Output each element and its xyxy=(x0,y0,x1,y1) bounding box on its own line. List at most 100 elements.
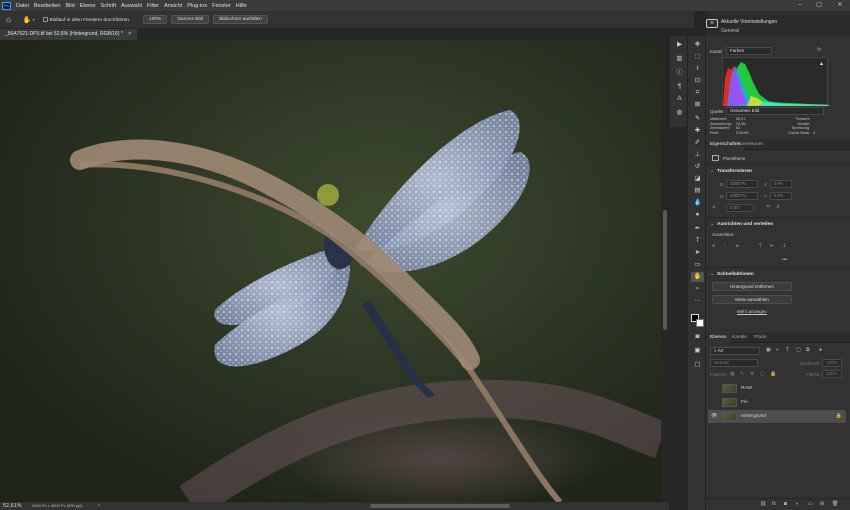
align-hcenter-icon[interactable]: ⫶ xyxy=(724,243,725,249)
brush-icon[interactable]: ✐ xyxy=(691,138,704,148)
eraser-icon[interactable]: ◪ xyxy=(691,174,704,184)
zoom-100-button[interactable]: 100% xyxy=(143,15,168,24)
tab-layers[interactable]: Ebenen xyxy=(706,333,731,343)
trash-icon[interactable]: 🗑 xyxy=(832,501,838,507)
preset-dropdown-icon[interactable]: ▾ xyxy=(33,17,35,22)
flip-horizontal-icon[interactable]: ⇋ xyxy=(766,204,770,210)
close-window-button[interactable]: ✕ xyxy=(833,0,847,11)
cache-warning-icon[interactable]: ▲ xyxy=(819,61,824,67)
channel-select[interactable]: Farben xyxy=(726,47,772,55)
menu-hilfe[interactable]: Hilfe xyxy=(236,3,247,9)
group-icon[interactable]: ▭ xyxy=(808,501,813,507)
layer-row-hintergrund[interactable]: 👁 Hintergrund 🔒 xyxy=(708,410,846,423)
select-subject-button[interactable]: Motiv auswählen xyxy=(712,295,792,304)
align-bottom-icon[interactable]: ⊥ xyxy=(782,243,786,249)
gradient-icon[interactable]: ▤ xyxy=(691,186,704,196)
fill-screen-button[interactable]: Bildschirm ausfüllen xyxy=(213,15,268,24)
horizontal-scrollbar-thumb[interactable] xyxy=(370,504,510,508)
move-icon[interactable]: ✥ xyxy=(691,40,704,50)
menu-bearbeiten[interactable]: Bearbeiten xyxy=(34,3,61,9)
fill-input[interactable]: 100% xyxy=(822,370,842,378)
maximize-button[interactable]: ▢ xyxy=(812,0,826,11)
background-color-swatch[interactable] xyxy=(696,319,704,327)
paragraph-panel-icon[interactable]: ¶ xyxy=(673,82,686,92)
filter-pixel-icon[interactable]: ▣ xyxy=(766,347,771,353)
x-input[interactable]: 0 Px xyxy=(770,180,792,188)
artboard-icon[interactable]: ▢ xyxy=(691,360,704,370)
align-chevron-icon[interactable]: ⌄ xyxy=(710,221,714,227)
quick-mask-icon[interactable]: ◙ xyxy=(691,332,704,342)
height-input[interactable]: 4000 Px xyxy=(726,192,758,200)
menu-fenster[interactable]: Fenster xyxy=(212,3,231,9)
align-more-icon[interactable]: ••• xyxy=(782,257,787,263)
lock-pixels-icon[interactable]: ✎ xyxy=(740,371,744,377)
marquee-icon[interactable]: ⬚ xyxy=(691,52,704,62)
filter-toggle-icon[interactable]: ● xyxy=(819,347,822,353)
photoshop-logo-icon[interactable]: Ps xyxy=(2,1,11,10)
lock-all-icon[interactable]: 🔒 xyxy=(770,371,776,377)
horizontal-scrollbar[interactable] xyxy=(110,502,660,510)
link-icon[interactable]: ⛓ xyxy=(760,501,766,507)
vertical-scrollbar-thumb[interactable] xyxy=(663,210,667,330)
flip-vertical-icon[interactable]: ⇵ xyxy=(776,204,780,210)
layer-filter-select[interactable]: ⌕ Art xyxy=(710,347,760,355)
lock-position-icon[interactable]: ✥ xyxy=(750,371,754,377)
filter-smart-icon[interactable]: ⧉ xyxy=(806,347,810,353)
lasso-icon[interactable]: ℓ xyxy=(691,64,704,74)
tab-paths[interactable]: Pfade xyxy=(750,333,771,343)
zoom-level[interactable]: 52,61% xyxy=(3,502,22,510)
rectangle-icon[interactable]: ▭ xyxy=(691,260,704,270)
character-panel-icon[interactable]: A xyxy=(673,94,686,104)
menu-plugins[interactable]: Plug-ins xyxy=(187,3,207,9)
menu-schrift[interactable]: Schrift xyxy=(101,3,117,9)
status-menu-arrow-icon[interactable]: › xyxy=(98,502,100,510)
info-panel-icon[interactable]: ⓘ xyxy=(673,68,686,78)
stamp-icon[interactable]: ⊥ xyxy=(691,150,704,160)
eye-icon[interactable]: 👁 xyxy=(711,410,717,423)
pen-icon[interactable]: ✒ xyxy=(691,224,704,234)
history-brush-icon[interactable]: ↺ xyxy=(691,162,704,172)
show-more-link[interactable]: Mehr anzeigen xyxy=(737,309,767,314)
blend-mode-select[interactable]: Normal xyxy=(710,359,758,367)
hand-icon[interactable]: ✋ xyxy=(691,272,704,282)
hand-tool-preset-icon[interactable]: ✋ xyxy=(23,16,32,24)
transform-chevron-icon[interactable]: ⌄ xyxy=(710,168,714,174)
screen-mode-icon[interactable]: ▣ xyxy=(691,346,704,356)
y-input[interactable]: 0 Px xyxy=(770,192,792,200)
layer-row-fin[interactable]: Fin xyxy=(708,396,846,409)
menu-auswahl[interactable]: Auswahl xyxy=(121,3,142,9)
new-layer-icon[interactable]: ⊞ xyxy=(820,501,824,507)
filter-shape-icon[interactable]: ▢ xyxy=(796,347,801,353)
tab-adjustments[interactable]: Korrekturen xyxy=(734,140,767,150)
menu-bild[interactable]: Bild xyxy=(65,3,74,9)
frame-icon[interactable]: ⊠ xyxy=(691,100,704,110)
dodge-icon[interactable]: ● xyxy=(691,210,704,220)
menu-filter[interactable]: Filter xyxy=(147,3,159,9)
blur-icon[interactable]: 💧 xyxy=(691,198,704,208)
zoom-icon[interactable]: ⌕ xyxy=(691,284,704,294)
healing-icon[interactable]: ✚ xyxy=(691,126,704,136)
minimize-button[interactable]: – xyxy=(793,0,807,11)
lock-transparent-icon[interactable]: ▦ xyxy=(730,371,735,377)
quick-actions-chevron-icon[interactable]: ⌄ xyxy=(710,271,714,277)
align-right-icon[interactable]: ⫸ xyxy=(736,243,739,249)
lock-artboard-icon[interactable]: ▢ xyxy=(760,371,765,377)
filter-adjust-icon[interactable]: ◐ xyxy=(776,347,779,353)
type-icon[interactable]: T xyxy=(691,236,704,246)
fx-icon[interactable]: fx xyxy=(772,501,776,507)
remove-background-button[interactable]: Hintergrund entfernen xyxy=(712,282,792,291)
align-left-icon[interactable]: ⫷ xyxy=(712,243,715,249)
align-vcenter-icon[interactable]: ⊢ xyxy=(770,243,774,249)
source-select[interactable]: Gesamtes Bild xyxy=(726,107,824,115)
home-icon[interactable]: ⌂ xyxy=(6,15,11,24)
histogram-panel-icon[interactable]: ▥ xyxy=(673,54,686,64)
more-tools-icon[interactable]: ··· xyxy=(691,296,704,306)
path-select-icon[interactable]: ➤ xyxy=(691,248,704,258)
menu-ebene[interactable]: Ebene xyxy=(80,3,96,9)
width-input[interactable]: 4000 Px xyxy=(726,180,758,188)
scroll-all-checkbox[interactable] xyxy=(42,16,48,22)
brush-settings-icon[interactable]: ◍ xyxy=(673,108,686,118)
tab-channels[interactable]: Kanäle xyxy=(728,333,751,343)
scroll-all-windows-option[interactable]: Bildlauf in allen Fenstern durchführen xyxy=(42,16,129,22)
document-tab-close-icon[interactable]: × xyxy=(128,31,131,37)
